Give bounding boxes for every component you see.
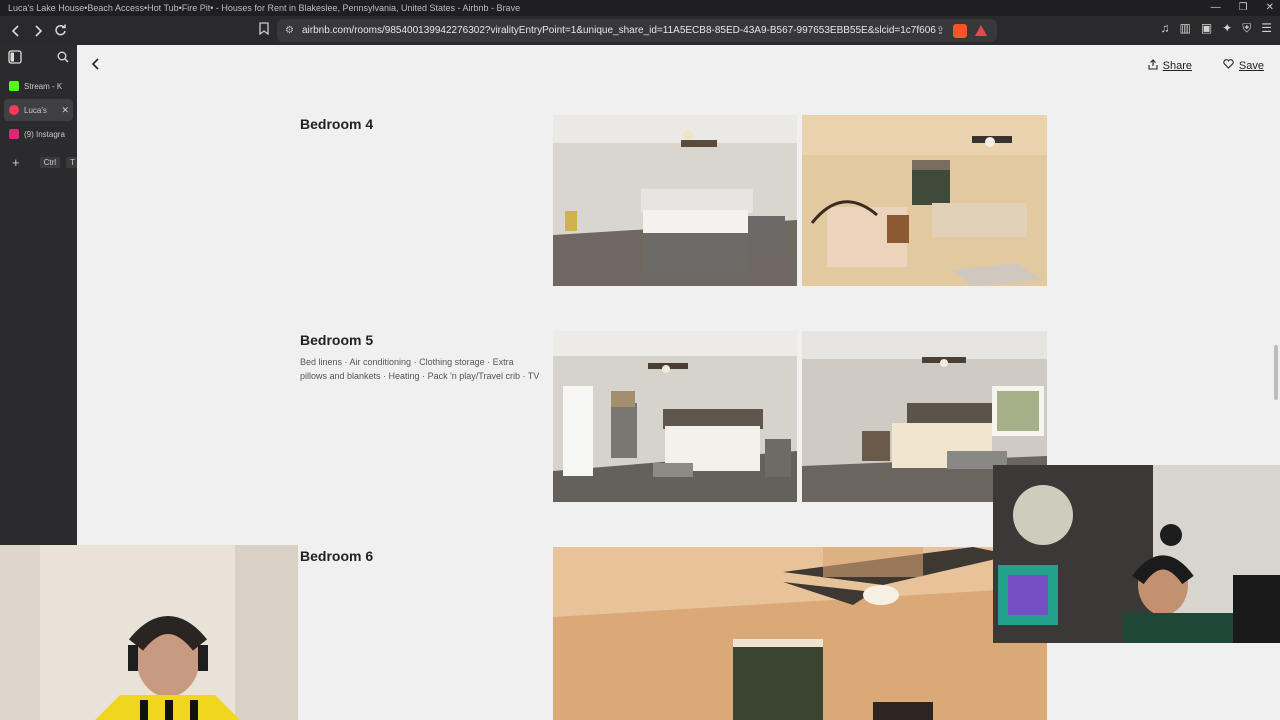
- tab-instagram[interactable]: (9) Instagra: [4, 123, 73, 145]
- plus-icon: +: [12, 154, 20, 170]
- wallet-icon[interactable]: ▣: [1201, 21, 1212, 36]
- room-amenities: Bed linens · Air conditioning · Clothing…: [300, 357, 540, 381]
- tab-label: Stream - K: [24, 81, 63, 91]
- room-photo[interactable]: [553, 547, 1047, 720]
- site-settings-icon[interactable]: ⚙: [285, 25, 294, 36]
- guest-webcam: [993, 465, 1280, 643]
- save-button[interactable]: Save: [1223, 59, 1264, 72]
- restore-icon[interactable]: ❐: [1239, 0, 1248, 16]
- share-label: Share: [1162, 60, 1192, 72]
- window-title-bar: Luca's Lake House•Beach Access•Hot Tub•F…: [0, 0, 1280, 16]
- tab-kick-stream[interactable]: Stream - K: [4, 75, 73, 97]
- minimize-icon[interactable]: —: [1211, 0, 1221, 16]
- address-bar[interactable]: ⚙ airbnb.com/rooms/985400139942276302?vi…: [277, 19, 997, 42]
- room-title: Bedroom 5: [300, 332, 374, 348]
- forward-icon[interactable]: [28, 21, 48, 41]
- search-tabs-icon[interactable]: [57, 50, 69, 68]
- instagram-favicon-icon: [9, 129, 19, 139]
- back-arrow-icon[interactable]: [91, 57, 101, 75]
- browser-toolbar: ⚙ airbnb.com/rooms/985400139942276302?vi…: [0, 16, 1280, 45]
- share-page-icon[interactable]: ⇪: [936, 24, 945, 37]
- window-title: Luca's Lake House•Beach Access•Hot Tub•F…: [8, 3, 521, 13]
- shortcut-key: Ctrl: [39, 156, 61, 168]
- vpn-icon[interactable]: ⛨: [1242, 21, 1251, 36]
- room-photo[interactable]: [553, 115, 797, 286]
- menu-icon[interactable]: ☰: [1261, 21, 1272, 36]
- kick-favicon-icon: [9, 81, 19, 91]
- tab-airbnb[interactable]: Luca's ✕: [4, 99, 73, 121]
- sidebar-header: [0, 45, 77, 73]
- tab-label: Luca's: [24, 105, 47, 115]
- room-photo[interactable]: [553, 331, 797, 502]
- streamer-webcam: [0, 545, 298, 720]
- tab-label: (9) Instagra: [24, 129, 65, 139]
- save-label: Save: [1238, 59, 1264, 72]
- sidebar-toggle-icon[interactable]: ▥: [1179, 21, 1190, 36]
- window-controls: — ❐ ✕: [1211, 0, 1274, 16]
- toolbar-extensions: ♫ ▥ ▣ ✦ ⛨ ☰: [1160, 21, 1272, 36]
- new-tab-button[interactable]: + Ctrl T: [4, 151, 79, 173]
- media-icon[interactable]: ♫: [1160, 21, 1169, 36]
- room-photo[interactable]: [802, 115, 1047, 286]
- bookmark-icon[interactable]: [259, 22, 269, 38]
- close-window-icon[interactable]: ✕: [1266, 0, 1274, 16]
- close-tab-icon[interactable]: ✕: [61, 105, 69, 116]
- sidebar-panel-icon[interactable]: [8, 49, 22, 69]
- room-title: Bedroom 6: [300, 548, 374, 564]
- leo-ai-icon[interactable]: ✦: [1222, 21, 1232, 36]
- room-title: Bedroom 4: [300, 116, 374, 132]
- brave-rewards-icon[interactable]: [975, 25, 987, 36]
- scroll-thumb[interactable]: [1274, 345, 1278, 400]
- share-button[interactable]: Share: [1148, 59, 1192, 73]
- heart-icon: [1223, 59, 1234, 72]
- share-icon: [1148, 59, 1158, 73]
- airbnb-favicon-icon: [9, 105, 19, 115]
- reload-icon[interactable]: [50, 21, 70, 41]
- brave-shields-icon[interactable]: [953, 23, 967, 38]
- url-text: airbnb.com/rooms/985400139942276302?vira…: [301, 25, 936, 36]
- back-icon[interactable]: [6, 21, 26, 41]
